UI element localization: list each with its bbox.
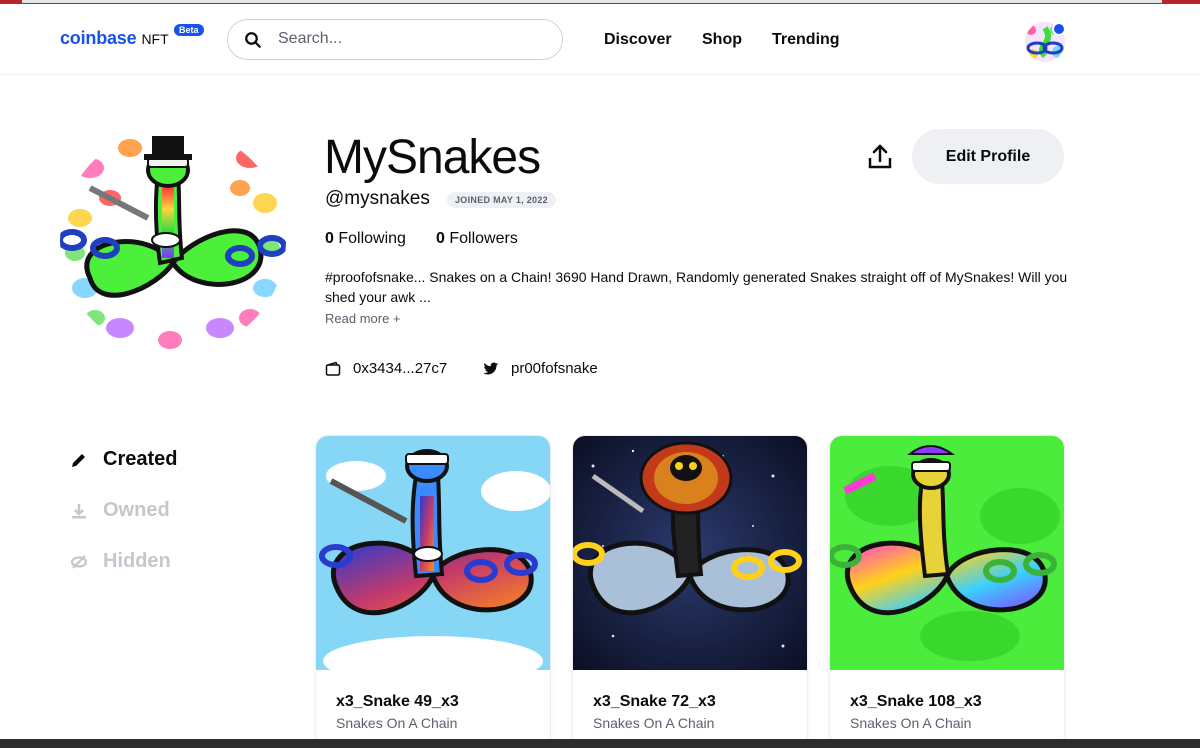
nft-collection: Snakes On A Chain — [850, 715, 972, 731]
top-nav-bar: coinbase NFT Beta Discover Shop Trending — [0, 4, 1200, 75]
following-label: Following — [338, 230, 406, 247]
tab-owned-label: Owned — [103, 499, 170, 521]
tab-hidden-label: Hidden — [103, 550, 171, 572]
profile-bio: #proofofsnake... Snakes on a Chain! 3690… — [325, 269, 1068, 305]
coinbase-nft-logo[interactable]: coinbase NFT Beta — [60, 24, 204, 49]
read-more-link[interactable]: Read more + — [325, 311, 401, 326]
nav-discover[interactable]: Discover — [604, 31, 672, 49]
following-count: 0 — [325, 230, 334, 247]
download-icon — [72, 503, 86, 518]
edit-profile-button[interactable]: Edit Profile — [912, 129, 1064, 184]
tab-created-label: Created — [103, 448, 178, 470]
profile-avatar — [60, 128, 286, 354]
twitter-handle-text: pr00fofsnake — [511, 360, 598, 377]
share-icon[interactable] — [865, 143, 895, 171]
search-bar[interactable] — [227, 19, 563, 60]
nft-card[interactable]: x3_Snake 72_x3 Snakes On A Chain — [573, 436, 807, 746]
twitter-icon — [483, 362, 499, 374]
followers-stat[interactable]: 0 Followers — [436, 230, 518, 248]
nft-collection: Snakes On A Chain — [593, 715, 715, 731]
logo-text: coinbase — [60, 28, 137, 48]
wallet-icon — [325, 361, 341, 376]
nft-title: x3_Snake 72_x3 — [593, 693, 716, 710]
followers-count: 0 — [436, 230, 445, 247]
notification-dot — [1052, 22, 1066, 36]
os-taskbar — [0, 739, 1200, 748]
pencil-icon — [72, 453, 85, 467]
nft-image — [830, 436, 1064, 670]
nft-title: x3_Snake 49_x3 — [336, 693, 459, 710]
profile-handle: @mysnakes — [325, 188, 430, 209]
followers-label: Followers — [449, 230, 518, 247]
nft-collection: Snakes On A Chain — [336, 715, 458, 731]
nav-trending[interactable]: Trending — [772, 31, 840, 49]
nft-card[interactable]: x3_Snake 108_x3 Snakes On A Chain — [830, 436, 1064, 746]
search-icon — [245, 32, 261, 48]
tab-hidden[interactable]: Hidden — [70, 550, 171, 573]
twitter-handle[interactable]: pr00fofsnake — [483, 360, 598, 377]
joined-date-badge: JOINED MAY 1, 2022 — [447, 192, 556, 208]
search-input[interactable] — [278, 30, 548, 48]
nft-image — [573, 436, 807, 670]
nft-title: x3_Snake 108_x3 — [850, 693, 982, 710]
following-stat[interactable]: 0 Following — [325, 230, 406, 248]
wallet-address-text: 0x3434...27c7 — [353, 360, 448, 377]
nav-shop[interactable]: Shop — [702, 31, 742, 49]
wallet-address[interactable]: 0x3434...27c7 — [325, 360, 447, 377]
logo-suffix: NFT — [141, 31, 169, 47]
nft-image — [316, 436, 550, 670]
profile-name: MySnakes — [324, 131, 541, 184]
eye-slash-icon — [70, 554, 88, 569]
nft-card[interactable]: x3_Snake 49_x3 Snakes On A Chain — [316, 436, 550, 746]
beta-badge: Beta — [174, 24, 204, 36]
tab-owned[interactable]: Owned — [70, 499, 170, 522]
tab-created[interactable]: Created — [70, 448, 177, 471]
